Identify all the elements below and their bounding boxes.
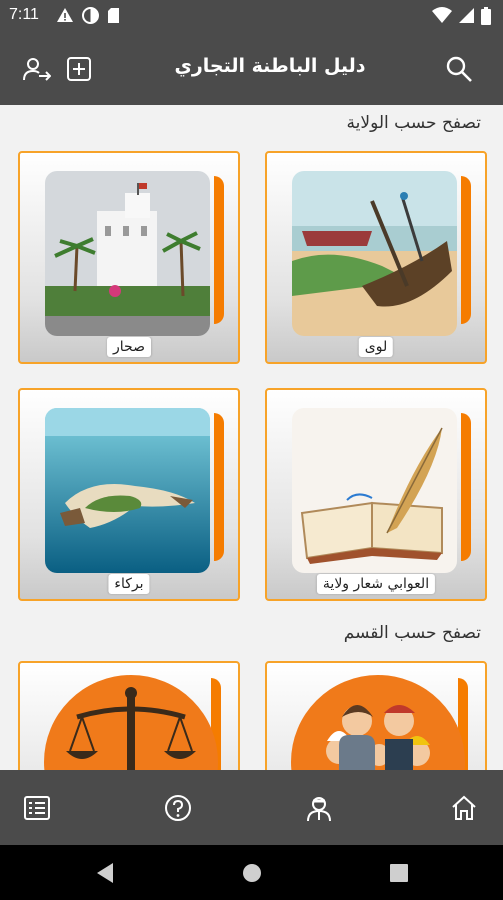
add-box-icon[interactable]: [63, 53, 95, 85]
card-image-wrap: [45, 408, 224, 573]
share-user-icon[interactable]: [21, 53, 53, 85]
warning-icon: [57, 8, 73, 22]
app-bar: دليل الباطنة التجاري: [0, 33, 503, 105]
card-label-barka: بركاء: [108, 574, 150, 594]
card-al-awabi[interactable]: العوابي شعار ولاية: [265, 388, 487, 601]
status-icons-right: [432, 7, 491, 25]
card-image-wrap: [45, 171, 224, 336]
list-icon[interactable]: [19, 790, 55, 826]
card-image-wrap: [292, 171, 471, 336]
search-icon[interactable]: [443, 53, 475, 85]
status-icons-left: [56, 7, 120, 24]
section-title-category: تصفح حسب القسم: [343, 623, 481, 643]
boat-image: [292, 171, 457, 336]
card-label-sohar: صحار: [107, 337, 151, 357]
system-nav: [0, 845, 503, 900]
card-image-wrap: [289, 673, 468, 770]
card-label-liwa: لوى: [358, 337, 394, 357]
help-icon[interactable]: [160, 790, 196, 826]
content-scroll[interactable]: تصفح حسب الولاية لوى صحار العوابي شعار و…: [0, 105, 503, 770]
sd-card-icon: [108, 8, 119, 23]
book-quill-image: [292, 408, 457, 573]
status-bar: 7:11: [0, 0, 503, 33]
battery-icon: [481, 7, 491, 25]
card-image-wrap: [292, 408, 471, 573]
wifi-icon: [432, 7, 452, 23]
card-barka[interactable]: بركاء: [18, 388, 240, 601]
card-image-wrap: [42, 673, 221, 770]
data-saver-icon: [82, 7, 99, 24]
home-icon[interactable]: [446, 790, 482, 826]
cell-signal-icon: [459, 8, 474, 23]
recents-button[interactable]: [389, 862, 409, 888]
status-time: 7:11: [9, 6, 39, 23]
card-category-justice[interactable]: [18, 661, 240, 770]
app-title: دليل الباطنة التجاري: [174, 55, 366, 77]
fort-image: [45, 171, 210, 336]
back-button[interactable]: [95, 862, 115, 888]
card-category-community[interactable]: [265, 661, 487, 770]
bottom-nav: [0, 770, 503, 845]
island-image: [45, 408, 210, 573]
agent-icon[interactable]: [301, 790, 337, 826]
section-title-wilayat: تصفح حسب الولاية: [346, 113, 481, 133]
card-sohar[interactable]: صحار: [18, 151, 240, 364]
community-people-image: [291, 675, 465, 770]
card-label-al-awabi: العوابي شعار ولاية: [316, 574, 436, 594]
home-button[interactable]: [242, 862, 262, 888]
justice-scales-image: [44, 675, 218, 770]
card-liwa[interactable]: لوى: [265, 151, 487, 364]
